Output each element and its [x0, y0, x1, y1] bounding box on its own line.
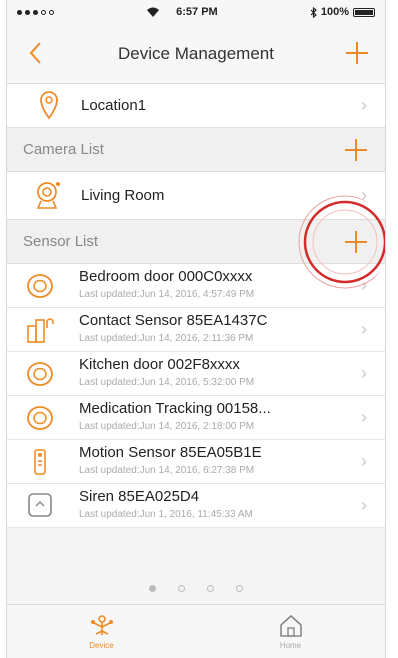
- page-dot[interactable]: [178, 584, 185, 592]
- tab-home[interactable]: Home: [196, 605, 385, 658]
- page-dot[interactable]: [207, 584, 214, 592]
- sensor-name: Contact Sensor 85EA1437C: [79, 312, 268, 329]
- chevron-right-icon: ›: [361, 495, 367, 515]
- door-sensor-icon: [27, 274, 53, 298]
- sensor-row[interactable]: Motion Sensor 85EA05B1E Last updated:Jun…: [7, 440, 385, 484]
- page-title: Device Management: [118, 43, 274, 63]
- camera-icon: [36, 182, 60, 209]
- sensor-last-updated: Last updated:Jun 14, 2016, 5:32:00 PM: [79, 377, 255, 388]
- chevron-right-icon: ›: [361, 319, 367, 339]
- sensor-name: Bedroom door 000C0xxxx: [79, 268, 253, 285]
- sensor-name: Kitchen door 002F8xxxx: [79, 356, 240, 373]
- sensor-last-updated: Last updated:Jun 14, 2016, 6:27:38 PM: [79, 465, 255, 476]
- sensor-last-updated: Last updated:Jun 14, 2016, 4:57:49 PM: [79, 289, 255, 300]
- sensor-row[interactable]: Siren 85EA025D4 Last updated:Jun 1, 2016…: [7, 484, 385, 528]
- plus-icon: [346, 42, 368, 64]
- battery-percent: 100%: [320, 6, 349, 18]
- camera-list-header: Camera List: [7, 128, 385, 172]
- page-dot[interactable]: [236, 584, 243, 592]
- camera-name: Living Room: [81, 187, 165, 204]
- sensor-last-updated: Last updated:Jun 1, 2016, 11:45:33 AM: [79, 509, 253, 520]
- chevron-right-icon: ›: [361, 95, 367, 115]
- sensor-row[interactable]: Contact Sensor 85EA1437C Last updated:Ju…: [7, 308, 385, 352]
- location-pin-icon: [40, 91, 58, 120]
- add-device-button[interactable]: [343, 39, 371, 67]
- sensor-list-header: Sensor List: [7, 220, 385, 264]
- sensor-last-updated: Last updated:Jun 14, 2016, 2:11:36 PM: [79, 333, 254, 344]
- door-sensor-icon: [27, 362, 53, 386]
- status-time: 6:57 PM: [176, 6, 218, 18]
- camera-list-title: Camera List: [23, 141, 104, 158]
- bluetooth-icon: [310, 6, 317, 18]
- camera-row-living-room[interactable]: Living Room ›: [7, 172, 385, 220]
- phone-screen: 6:57 PM 100% Device Management Location1…: [6, 0, 386, 658]
- tab-label: Device: [89, 641, 114, 650]
- sensor-name: Motion Sensor 85EA05B1E: [79, 444, 262, 461]
- nav-bar: Device Management: [7, 24, 385, 84]
- siren-icon: [28, 493, 52, 517]
- back-chevron-icon[interactable]: [23, 38, 49, 68]
- sensor-name: Medication Tracking 00158...: [79, 400, 271, 417]
- contact-sensor-icon: [27, 318, 54, 343]
- add-sensor-button[interactable]: [345, 231, 367, 253]
- sensor-row[interactable]: Bedroom door 000C0xxxx Last updated:Jun …: [7, 264, 385, 308]
- chevron-right-icon: ›: [361, 363, 367, 383]
- location-row[interactable]: Location1 ›: [7, 84, 385, 128]
- sensor-last-updated: Last updated:Jun 14, 2016, 2:18:00 PM: [79, 421, 255, 432]
- home-icon: [279, 614, 302, 637]
- signal-indicator: [17, 9, 54, 15]
- chevron-right-icon: ›: [361, 451, 367, 471]
- tab-label: Home: [279, 641, 302, 650]
- door-sensor-icon: [27, 406, 53, 430]
- page-indicator: [7, 578, 385, 598]
- battery-icon: [353, 7, 375, 17]
- add-camera-button[interactable]: [345, 139, 367, 161]
- chevron-right-icon: ›: [361, 185, 367, 205]
- location-name: Location1: [81, 97, 147, 114]
- sensor-row[interactable]: Kitchen door 002F8xxxx Last updated:Jun …: [7, 352, 385, 396]
- wifi-icon: [147, 7, 160, 17]
- chevron-right-icon: ›: [361, 407, 367, 427]
- sensor-name: Siren 85EA025D4: [79, 488, 200, 505]
- device-icon: [90, 615, 113, 635]
- sensor-list-title: Sensor List: [23, 233, 99, 250]
- tab-device[interactable]: Device: [7, 605, 196, 658]
- page-dot[interactable]: [149, 584, 156, 592]
- chevron-right-icon: ›: [361, 275, 367, 295]
- sensor-row[interactable]: Medication Tracking 00158... Last update…: [7, 396, 385, 440]
- tab-bar: Device Home: [7, 604, 385, 658]
- status-bar: 6:57 PM 100%: [7, 0, 385, 24]
- motion-sensor-icon: [34, 449, 46, 475]
